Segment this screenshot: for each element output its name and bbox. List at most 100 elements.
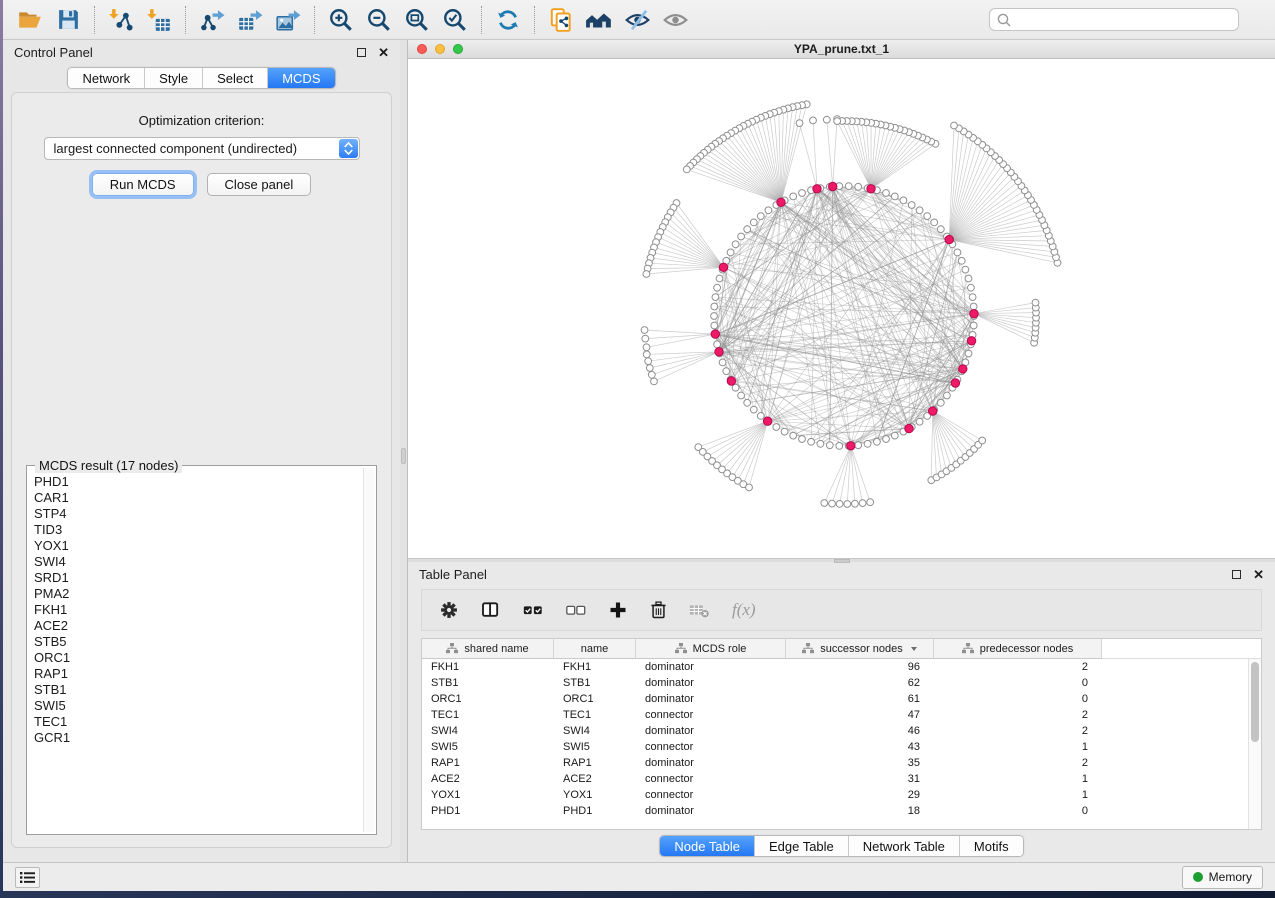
table-cell[interactable]: TEC1 xyxy=(422,707,554,723)
table-cell[interactable]: SWI5 xyxy=(554,739,636,755)
table-cell[interactable]: dominator xyxy=(636,723,786,739)
table-cell[interactable]: 2 xyxy=(934,755,1102,771)
tab-motifs[interactable]: Motifs xyxy=(960,836,1023,856)
mcds-result-item[interactable]: SRD1 xyxy=(34,570,362,586)
table-cell[interactable]: FKH1 xyxy=(554,659,636,675)
zoom-in-button[interactable] xyxy=(322,4,360,36)
export-network-button[interactable] xyxy=(193,4,231,36)
table-cell[interactable]: 61 xyxy=(786,691,934,707)
table-scrollbar[interactable] xyxy=(1248,659,1261,829)
zoom-selected-button[interactable] xyxy=(436,4,474,36)
table-cell[interactable]: dominator xyxy=(636,755,786,771)
table-cell[interactable]: connector xyxy=(636,739,786,755)
mcds-result-item[interactable]: GCR1 xyxy=(34,730,362,746)
table-row[interactable]: SWI4SWI4dominator462 xyxy=(422,723,1261,739)
table-cell[interactable]: ACE2 xyxy=(554,771,636,787)
mcds-result-item[interactable]: YOX1 xyxy=(34,538,362,554)
mcds-result-scrollbar[interactable] xyxy=(363,468,374,832)
table-row[interactable]: STB1STB1dominator620 xyxy=(422,675,1261,691)
table-cell[interactable]: TEC1 xyxy=(554,707,636,723)
table-cell[interactable]: ACE2 xyxy=(422,771,554,787)
search-input[interactable] xyxy=(1017,13,1232,27)
tab-node-table[interactable]: Node Table xyxy=(660,836,755,856)
mcds-result-item[interactable]: STB1 xyxy=(34,682,362,698)
table-cell[interactable]: 31 xyxy=(786,771,934,787)
table-row[interactable]: FKH1FKH1dominator962 xyxy=(422,659,1261,675)
table-cell[interactable]: dominator xyxy=(636,675,786,691)
table-row[interactable]: ORC1ORC1dominator610 xyxy=(422,691,1261,707)
show-panels-button[interactable] xyxy=(15,867,40,888)
table-cell[interactable]: 29 xyxy=(786,787,934,803)
zoom-out-button[interactable] xyxy=(360,4,398,36)
table-cell[interactable]: 0 xyxy=(934,691,1102,707)
float-panel-icon[interactable] xyxy=(357,48,366,57)
delete-column-button[interactable] xyxy=(649,600,668,620)
scrollbar-thumb[interactable] xyxy=(1251,662,1259,742)
float-panel-icon[interactable] xyxy=(1232,570,1241,579)
table-cell[interactable]: 46 xyxy=(786,723,934,739)
table-cell[interactable]: connector xyxy=(636,787,786,803)
table-cell[interactable]: 0 xyxy=(934,675,1102,691)
table-row[interactable]: PHD1PHD1dominator180 xyxy=(422,803,1261,819)
import-network-button[interactable] xyxy=(102,4,140,36)
show-columns-button[interactable] xyxy=(480,600,501,620)
window-minimize-button[interactable] xyxy=(435,44,445,54)
run-mcds-button[interactable]: Run MCDS xyxy=(92,173,194,196)
mcds-result-item[interactable]: PHD1 xyxy=(34,474,362,490)
vertical-splitter[interactable] xyxy=(400,40,407,862)
mcds-result-item[interactable]: CAR1 xyxy=(34,490,362,506)
table-cell[interactable]: RAP1 xyxy=(554,755,636,771)
mcds-result-item[interactable]: SWI5 xyxy=(34,698,362,714)
column-header-mcds-role[interactable]: MCDS role xyxy=(636,639,786,659)
table-cell[interactable]: 47 xyxy=(786,707,934,723)
table-cell[interactable]: 2 xyxy=(934,707,1102,723)
criterion-dropdown[interactable]: largest connected component (undirected) xyxy=(44,137,360,160)
close-panel-button[interactable]: Close panel xyxy=(207,173,312,196)
apply-layout-button[interactable] xyxy=(489,4,527,36)
table-cell[interactable]: SWI5 xyxy=(422,739,554,755)
network-graph[interactable] xyxy=(408,59,1275,558)
show-all-button[interactable] xyxy=(656,4,694,36)
tab-select[interactable]: Select xyxy=(203,68,268,88)
hide-selected-button[interactable] xyxy=(618,4,656,36)
column-header-predecessor-nodes[interactable]: predecessor nodes xyxy=(934,639,1102,659)
table-cell[interactable]: dominator xyxy=(636,691,786,707)
column-header-name[interactable]: name xyxy=(554,639,636,659)
table-cell[interactable]: STB1 xyxy=(422,675,554,691)
table-row[interactable]: RAP1RAP1dominator352 xyxy=(422,755,1261,771)
table-cell[interactable]: PHD1 xyxy=(554,803,636,819)
table-cell[interactable]: dominator xyxy=(636,659,786,675)
column-header-successor-nodes[interactable]: successor nodes xyxy=(786,639,934,659)
table-cell[interactable]: SWI4 xyxy=(422,723,554,739)
open-session-button[interactable] xyxy=(11,4,49,36)
clone-network-button[interactable] xyxy=(542,4,580,36)
splitter-grip[interactable] xyxy=(834,559,850,563)
first-neighbors-button[interactable] xyxy=(580,4,618,36)
table-cell[interactable]: 2 xyxy=(934,659,1102,675)
table-cell[interactable]: 2 xyxy=(934,723,1102,739)
table-row[interactable]: ACE2ACE2connector311 xyxy=(422,771,1261,787)
mcds-result-item[interactable]: FKH1 xyxy=(34,602,362,618)
select-all-rows-button[interactable] xyxy=(522,601,544,619)
mcds-result-item[interactable]: ACE2 xyxy=(34,618,362,634)
table-cell[interactable]: SWI4 xyxy=(554,723,636,739)
table-cell[interactable]: connector xyxy=(636,771,786,787)
table-cell[interactable]: FKH1 xyxy=(422,659,554,675)
table-cell[interactable]: YOX1 xyxy=(554,787,636,803)
splitter-grip[interactable] xyxy=(401,448,406,464)
table-cell[interactable]: ORC1 xyxy=(422,691,554,707)
save-session-button[interactable] xyxy=(49,4,87,36)
memory-button[interactable]: Memory xyxy=(1182,866,1263,889)
tab-network-table[interactable]: Network Table xyxy=(849,836,960,856)
table-cell[interactable]: dominator xyxy=(636,803,786,819)
tab-network[interactable]: Network xyxy=(68,68,145,88)
close-panel-icon[interactable]: ✕ xyxy=(378,46,389,59)
deselect-all-rows-button[interactable] xyxy=(565,601,587,619)
zoom-fit-button[interactable] xyxy=(398,4,436,36)
table-cell[interactable]: 35 xyxy=(786,755,934,771)
table-cell[interactable]: YOX1 xyxy=(422,787,554,803)
create-column-button[interactable] xyxy=(608,600,628,620)
mcds-result-item[interactable]: PMA2 xyxy=(34,586,362,602)
table-cell[interactable]: 18 xyxy=(786,803,934,819)
table-cell[interactable]: STB1 xyxy=(554,675,636,691)
